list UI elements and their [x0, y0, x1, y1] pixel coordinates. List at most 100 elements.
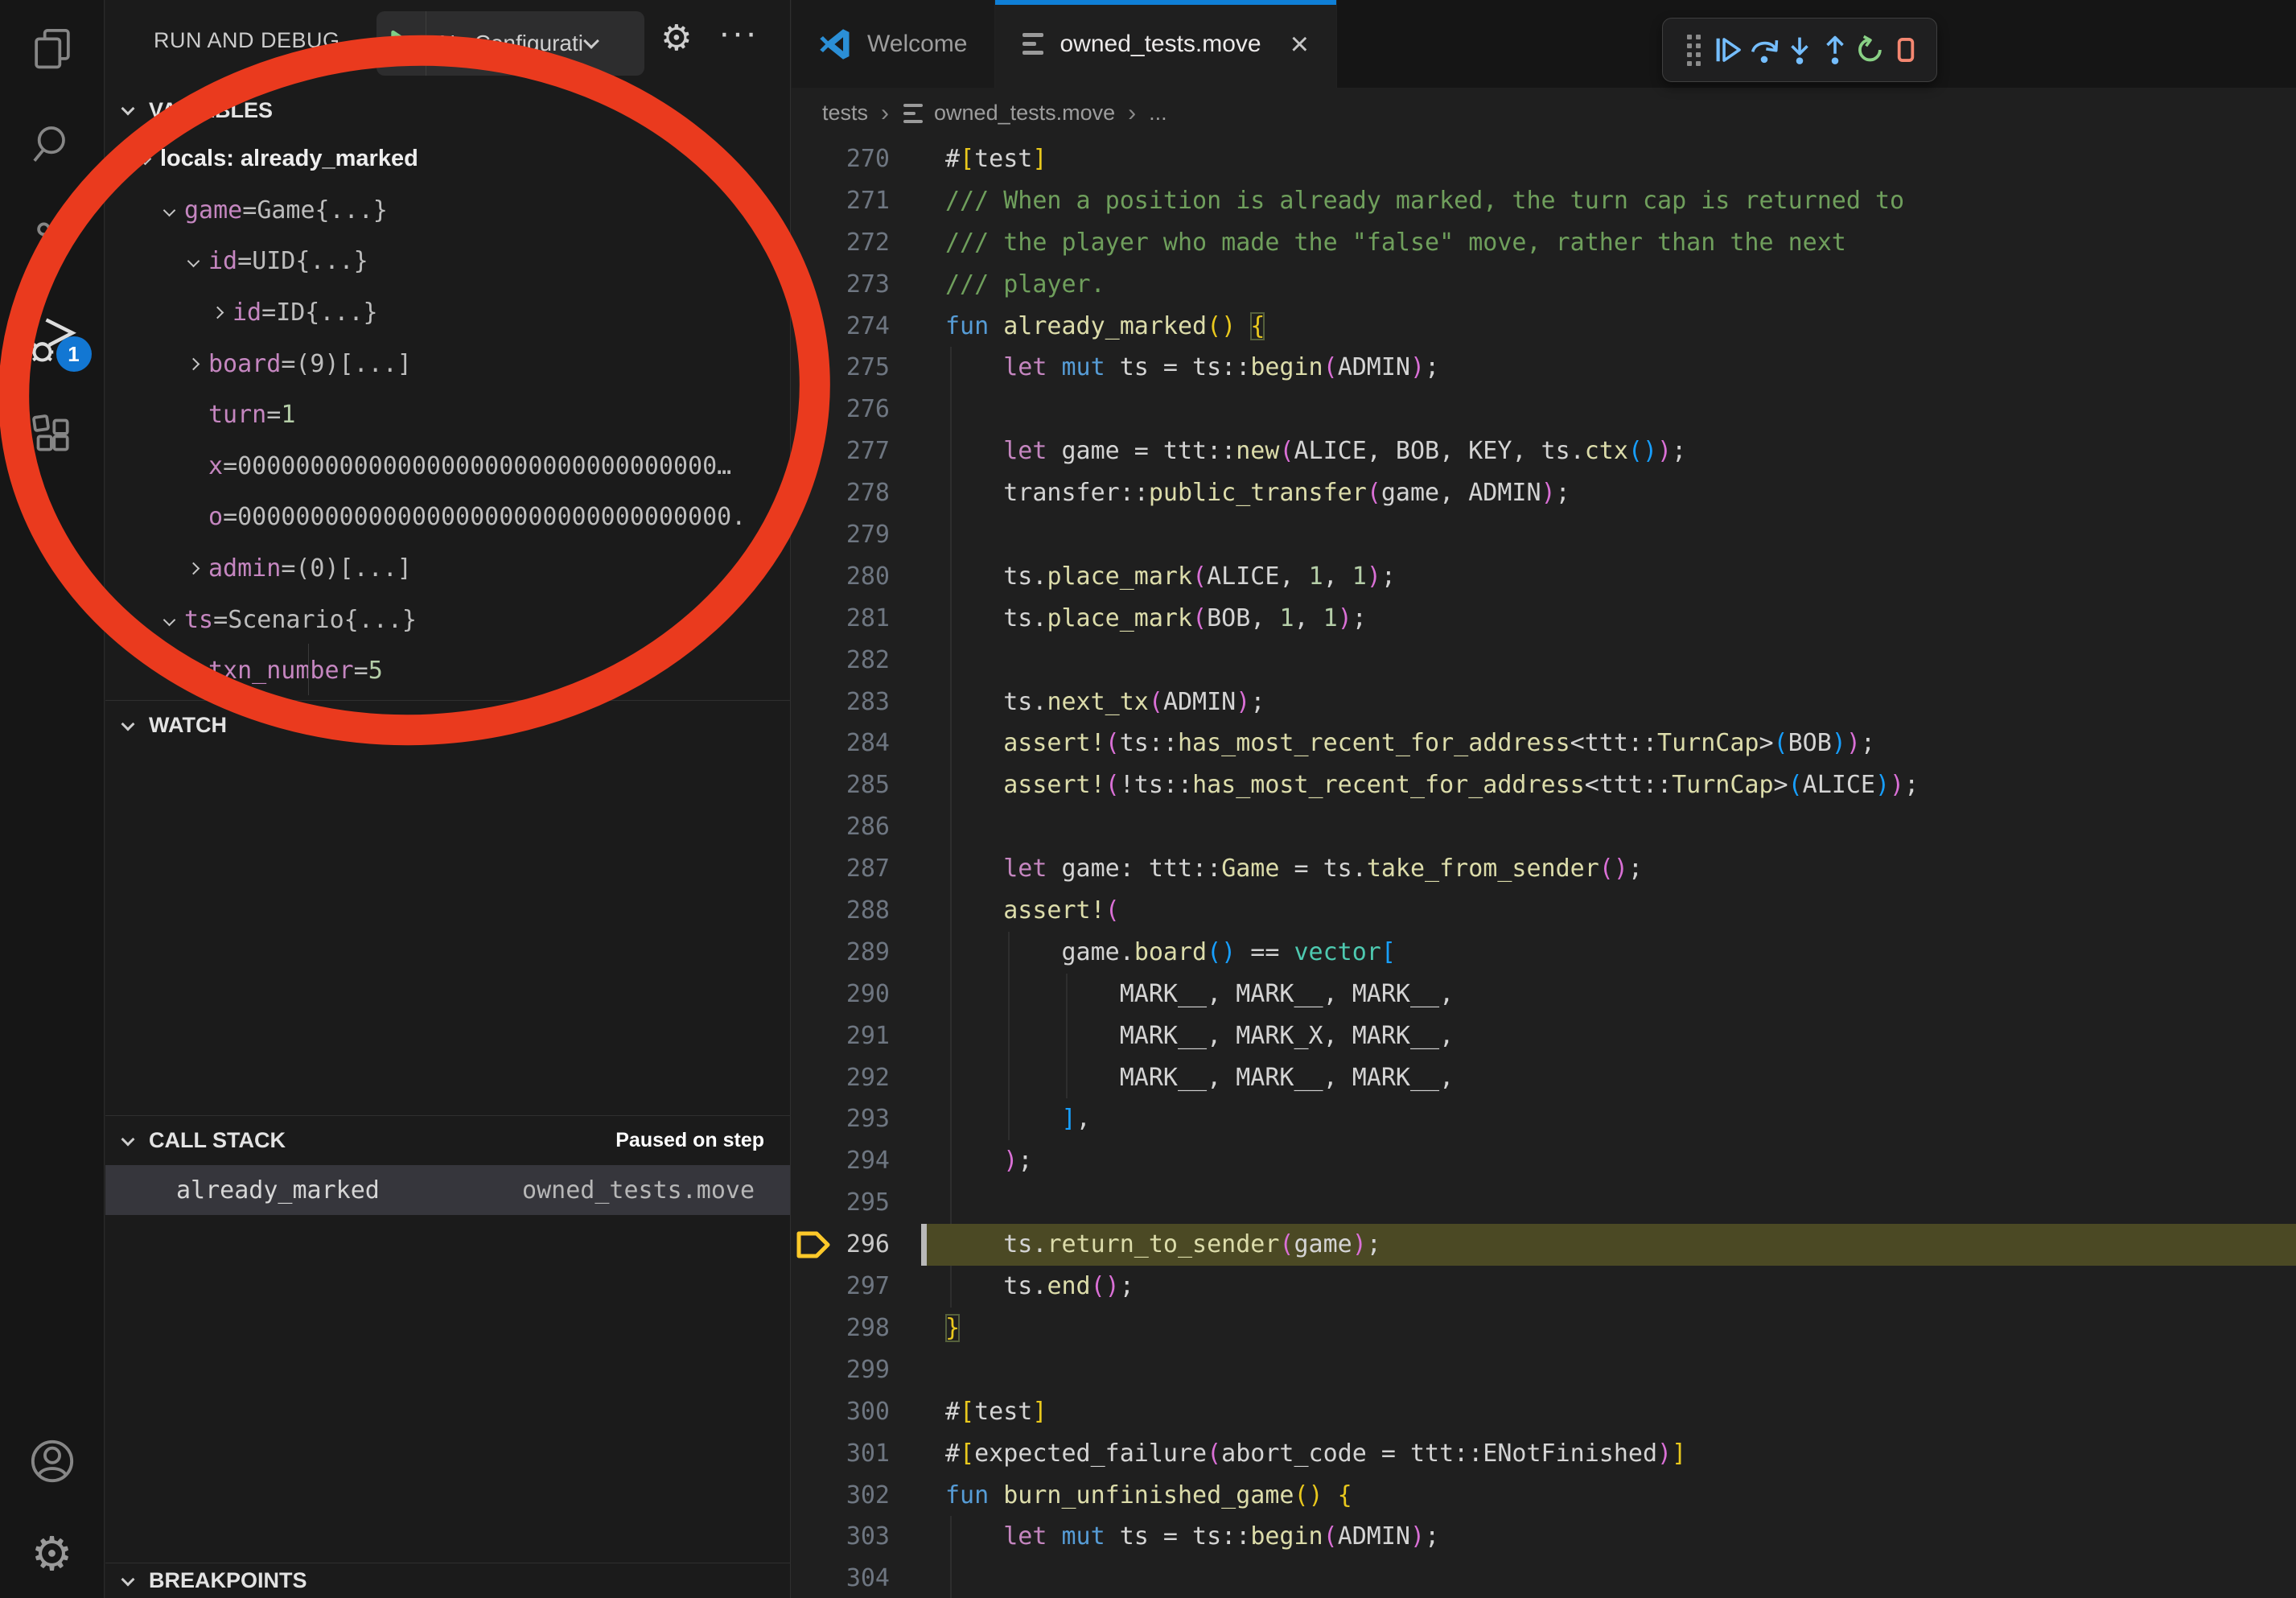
code-line-280[interactable]: 280 ts.place_mark(ALICE, 1, 1);: [792, 556, 2296, 598]
close-icon[interactable]: ×: [1290, 28, 1309, 60]
variables-section-header[interactable]: VARIABLES: [105, 87, 790, 134]
variable-row-txn_number[interactable]: txn_number = 5: [105, 645, 790, 697]
code-line-277[interactable]: 277 let game = ttt::new(ALICE, BOB, KEY,…: [792, 430, 2296, 472]
line-number[interactable]: 272: [792, 222, 890, 264]
line-number[interactable]: 285: [792, 764, 890, 806]
breadcrumb-item-file[interactable]: owned_tests.move: [934, 101, 1115, 126]
run-and-debug-icon[interactable]: 1: [0, 290, 105, 386]
code-line-295[interactable]: 295: [792, 1182, 2296, 1224]
chevron-right-icon[interactable]: [202, 298, 232, 328]
line-number[interactable]: 274: [792, 306, 890, 348]
code-line-275[interactable]: 275 let mut ts = ts::begin(ADMIN);: [792, 347, 2296, 389]
line-number[interactable]: 297: [792, 1266, 890, 1308]
code-line-272[interactable]: 272/// the player who made the "false" m…: [792, 222, 2296, 264]
line-number[interactable]: 291: [792, 1015, 890, 1057]
start-debugging-icon[interactable]: [376, 11, 426, 76]
line-number[interactable]: 289: [792, 932, 890, 974]
line-number[interactable]: 273: [792, 264, 890, 306]
code-line-299[interactable]: 299: [792, 1349, 2296, 1391]
code-line-301[interactable]: 301#[expected_failure(abort_code = ttt::…: [792, 1433, 2296, 1475]
code-line-271[interactable]: 271/// When a position is already marked…: [792, 180, 2296, 222]
line-number[interactable]: 290: [792, 974, 890, 1015]
code-line-286[interactable]: 286: [792, 806, 2296, 848]
step-out-icon[interactable]: [1819, 32, 1851, 68]
search-icon[interactable]: [0, 97, 105, 193]
line-number[interactable]: 302: [792, 1475, 890, 1517]
code-line-283[interactable]: 283 ts.next_tx(ADMIN);: [792, 682, 2296, 723]
line-number[interactable]: 293: [792, 1098, 890, 1140]
line-number[interactable]: 292: [792, 1057, 890, 1099]
breakpoints-section-header[interactable]: BREAKPOINTS: [105, 1563, 790, 1598]
line-number[interactable]: 275: [792, 347, 890, 389]
line-number[interactable]: 271: [792, 180, 890, 222]
restart-icon[interactable]: [1854, 32, 1887, 68]
line-number[interactable]: 287: [792, 848, 890, 890]
step-into-icon[interactable]: [1784, 32, 1816, 68]
account-icon[interactable]: [0, 1413, 105, 1509]
line-number[interactable]: 304: [792, 1558, 890, 1598]
code-editor[interactable]: 270#[test]271/// When a position is alre…: [792, 138, 2296, 1598]
line-number[interactable]: 282: [792, 640, 890, 682]
drag-handle-icon[interactable]: [1677, 32, 1710, 68]
code-line-294[interactable]: 294 );: [792, 1140, 2296, 1182]
code-line-303[interactable]: 303 let mut ts = ts::begin(ADMIN);: [792, 1516, 2296, 1558]
extensions-icon[interactable]: [0, 386, 105, 483]
explorer-icon[interactable]: [0, 0, 105, 97]
code-line-270[interactable]: 270#[test]: [792, 138, 2296, 180]
call-stack-section-header[interactable]: CALL STACK Paused on step: [105, 1115, 790, 1165]
line-number[interactable]: 303: [792, 1516, 890, 1558]
line-number[interactable]: 286: [792, 806, 890, 848]
line-number[interactable]: 298: [792, 1308, 890, 1349]
code-line-287[interactable]: 287 let game: ttt::Game = ts.take_from_s…: [792, 848, 2296, 890]
line-number[interactable]: 280: [792, 556, 890, 598]
call-stack-frame-row[interactable]: already_marked owned_tests.move: [105, 1165, 790, 1215]
code-line-279[interactable]: 279: [792, 514, 2296, 556]
step-over-icon[interactable]: [1748, 32, 1780, 68]
code-line-291[interactable]: 291 MARK__, MARK_X, MARK__,: [792, 1015, 2296, 1057]
more-actions-icon[interactable]: ···: [718, 13, 759, 53]
line-number[interactable]: 276: [792, 389, 890, 430]
chevron-down-icon[interactable]: [130, 144, 160, 175]
line-number[interactable]: 296: [792, 1224, 890, 1266]
code-line-297[interactable]: 297 ts.end();: [792, 1266, 2296, 1308]
variable-row-ts[interactable]: ts = Scenario{...}: [105, 594, 790, 645]
line-number[interactable]: 288: [792, 890, 890, 932]
variable-row-id[interactable]: id = UID{...}: [105, 236, 790, 287]
settings-gear-icon[interactable]: ⚙: [0, 1509, 105, 1598]
tab-owned-tests[interactable]: owned_tests.move ×: [995, 0, 1337, 88]
variable-row-board[interactable]: board = (9)[...]: [105, 338, 790, 389]
line-number[interactable]: 301: [792, 1433, 890, 1475]
variable-row-turn[interactable]: turn = 1: [105, 389, 790, 441]
line-number[interactable]: 295: [792, 1182, 890, 1224]
variable-row-o[interactable]: o = 0000000000000000000000000000000000.: [105, 492, 790, 543]
breadcrumb-item-tests[interactable]: tests: [822, 101, 868, 126]
variable-row-game[interactable]: game = Game{...}: [105, 185, 790, 237]
line-number[interactable]: 278: [792, 472, 890, 514]
chevron-down-icon[interactable]: [154, 604, 184, 635]
line-number[interactable]: 284: [792, 723, 890, 764]
code-line-276[interactable]: 276: [792, 389, 2296, 430]
line-number[interactable]: 299: [792, 1349, 890, 1391]
stop-icon[interactable]: [1890, 32, 1922, 68]
chevron-down-icon[interactable]: [178, 246, 208, 277]
line-number[interactable]: 279: [792, 514, 890, 556]
launch-configuration-dropdown[interactable]: No Configurations: [376, 11, 644, 76]
code-line-290[interactable]: 290 MARK__, MARK__, MARK__,: [792, 974, 2296, 1015]
code-line-288[interactable]: 288 assert!(: [792, 890, 2296, 932]
code-line-273[interactable]: 273/// player.: [792, 264, 2296, 306]
continue-icon[interactable]: [1713, 32, 1745, 68]
variable-row-locals-already_marked[interactable]: locals: already_marked: [105, 134, 790, 185]
code-line-274[interactable]: 274fun already_marked() {: [792, 306, 2296, 348]
code-line-296[interactable]: 296 ts.return_to_sender(game);: [792, 1224, 2296, 1266]
code-line-285[interactable]: 285 assert!(!ts::has_most_recent_for_add…: [792, 764, 2296, 806]
line-number[interactable]: 270: [792, 138, 890, 180]
code-line-302[interactable]: 302fun burn_unfinished_game() {: [792, 1475, 2296, 1517]
code-line-304[interactable]: 304: [792, 1558, 2296, 1598]
chevron-down-icon[interactable]: [154, 195, 184, 225]
code-line-281[interactable]: 281 ts.place_mark(BOB, 1, 1);: [792, 598, 2296, 640]
line-number[interactable]: 283: [792, 682, 890, 723]
code-line-292[interactable]: 292 MARK__, MARK__, MARK__,: [792, 1057, 2296, 1099]
source-control-icon[interactable]: [0, 193, 105, 290]
code-line-278[interactable]: 278 transfer::public_transfer(game, ADMI…: [792, 472, 2296, 514]
debug-settings-gear-icon[interactable]: ⚙: [660, 18, 692, 59]
